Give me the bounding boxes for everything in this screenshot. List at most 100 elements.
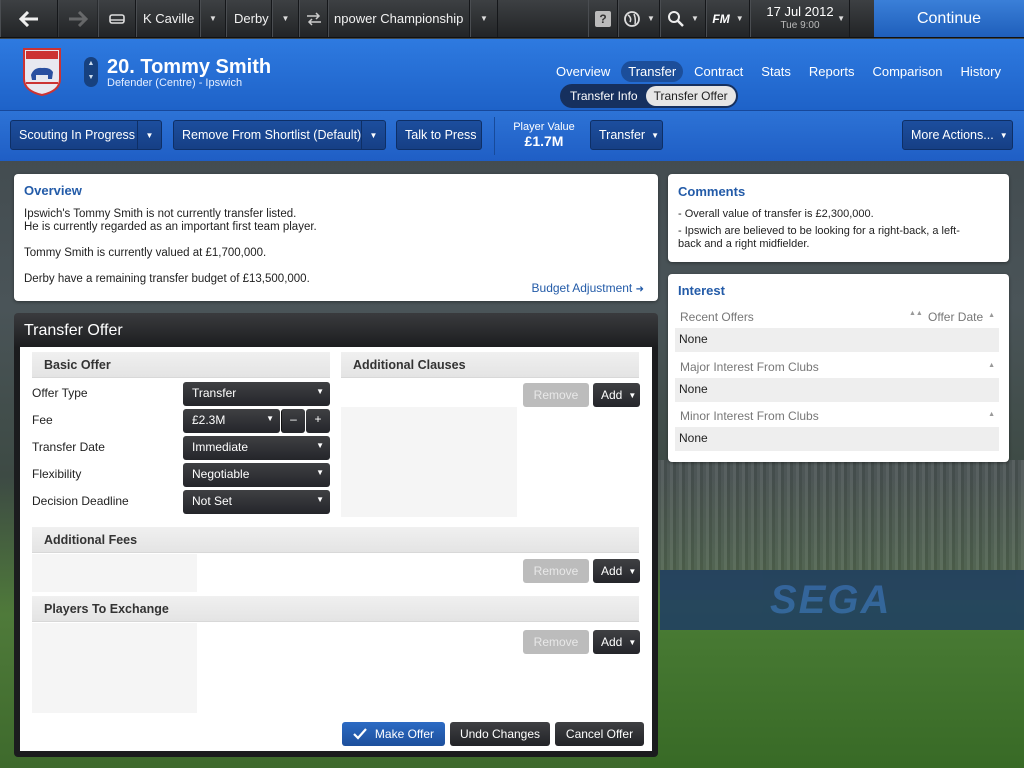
tab-transfer[interactable]: Transfer <box>621 61 684 82</box>
scouting-button[interactable]: Scouting In Progress ▼ <box>10 120 162 150</box>
chevron-down-icon: ▼ <box>628 637 637 647</box>
help-button[interactable]: ? <box>588 0 618 37</box>
player-position: Defender (Centre) - Ipswich <box>107 77 243 89</box>
fee-decrease-button[interactable]: – <box>281 409 305 433</box>
continue-button[interactable]: Continue <box>874 0 1024 37</box>
manager-name: K Caville <box>143 11 195 26</box>
club-name: Derby <box>234 11 269 26</box>
shortlist-label: Remove From Shortlist (Default) <box>182 128 362 142</box>
fm-logo-icon: FM <box>712 11 730 26</box>
overview-line: Derby have a remaining transfer budget o… <box>24 273 310 285</box>
date-display[interactable]: 17 Jul 2012 Tue 9:00 ▼ <box>750 0 850 37</box>
player-value: Player Value £1.7M <box>500 121 588 149</box>
club-menu[interactable]: Derby <box>226 0 272 37</box>
chevron-down-icon: ▼ <box>266 414 274 423</box>
chevron-down-icon: ▼ <box>691 14 699 23</box>
player-value-amount: £1.7M <box>524 133 564 149</box>
search-button[interactable]: ▼ <box>660 0 706 37</box>
comments-panel: Comments - Overall value of transfer is … <box>668 174 1009 262</box>
chevron-down-icon: ▼ <box>209 14 217 23</box>
recent-offers-header[interactable]: Recent Offers ▲▲ Offer Date ▲ <box>675 310 999 328</box>
forward-button[interactable] <box>58 0 98 37</box>
competition-dropdown[interactable]: ▼ <box>470 0 498 37</box>
flexibility-select[interactable]: Negotiable ▼ <box>183 463 330 487</box>
overview-panel: Overview Ipswich's Tommy Smith is not cu… <box>14 174 658 301</box>
budget-adjustment-link[interactable]: Budget Adjustment ➜ <box>532 281 644 295</box>
clauses-add-button[interactable]: Add ▼ <box>593 383 640 407</box>
inbox-button[interactable] <box>98 0 136 37</box>
player-stepper[interactable]: ▲ ▼ <box>84 57 98 87</box>
switch-button[interactable] <box>299 0 328 37</box>
tab-contract[interactable]: Contract <box>687 61 750 82</box>
offer-type-select[interactable]: Transfer ▼ <box>183 382 330 406</box>
background-crowd <box>640 460 1024 570</box>
divider <box>494 117 495 155</box>
more-actions-button[interactable]: More Actions... ▼ <box>902 120 1013 150</box>
fees-list <box>32 554 197 592</box>
decision-deadline-select[interactable]: Not Set ▼ <box>183 490 330 514</box>
major-interest-header[interactable]: Major Interest From Clubs ▲ <box>675 360 999 378</box>
offer-date-label[interactable]: Offer Date <box>928 310 983 324</box>
tab-comparison[interactable]: Comparison <box>865 61 949 82</box>
comments-title: Comments <box>678 184 746 199</box>
search-icon <box>668 10 684 27</box>
decision-deadline-label: Decision Deadline <box>32 494 129 508</box>
fees-remove-button[interactable]: Remove <box>523 559 589 583</box>
world-button[interactable]: ▼ <box>618 0 660 37</box>
talk-to-press-button[interactable]: Talk to Press <box>396 120 482 150</box>
make-offer-button[interactable]: Make Offer <box>342 722 445 746</box>
chevron-down-icon: ▼ <box>316 468 324 477</box>
chevron-down-icon: ▼ <box>735 14 744 23</box>
chevron-down-icon: ▼ <box>480 14 488 23</box>
clauses-remove-button[interactable]: Remove <box>523 383 589 407</box>
swap-arrows-icon <box>306 11 321 26</box>
interest-title: Interest <box>678 283 725 298</box>
exchange-remove-button[interactable]: Remove <box>523 630 589 654</box>
club-dropdown[interactable]: ▼ <box>272 0 299 37</box>
minus-icon: – <box>290 412 297 426</box>
minor-interest-header[interactable]: Minor Interest From Clubs ▲ <box>675 409 999 427</box>
tab-history[interactable]: History <box>954 61 1008 82</box>
transfer-date-select[interactable]: Immediate ▼ <box>183 436 330 460</box>
competition-menu[interactable]: npower Championship <box>328 0 470 37</box>
manager-dropdown[interactable]: ▼ <box>200 0 226 37</box>
subtab-transfer-info[interactable]: Transfer Info <box>562 86 646 106</box>
tab-stats[interactable]: Stats <box>754 61 798 82</box>
chevron-down-icon: ▼ <box>837 14 845 23</box>
interest-panel: Interest Recent Offers ▲▲ Offer Date ▲ N… <box>668 274 1009 462</box>
transfer-offer-title: Transfer Offer <box>14 313 658 348</box>
flexibility-value: Negotiable <box>192 467 250 481</box>
fee-increase-button[interactable]: + <box>306 409 330 433</box>
competition-name: npower Championship <box>334 11 464 26</box>
forward-arrow-icon <box>69 10 88 27</box>
fees-add-button[interactable]: Add ▼ <box>593 559 640 583</box>
tab-reports[interactable]: Reports <box>802 61 862 82</box>
cancel-offer-button[interactable]: Cancel Offer <box>555 722 644 746</box>
shortlist-button[interactable]: Remove From Shortlist (Default) ▼ <box>173 120 386 150</box>
comment-item: - Overall value of transfer is £2,300,00… <box>678 208 874 220</box>
player-name: 20. Tommy Smith <box>107 56 272 78</box>
subtab-transfer-offer[interactable]: Transfer Offer <box>645 86 736 106</box>
undo-changes-button[interactable]: Undo Changes <box>450 722 550 746</box>
chevron-down-icon: ▼ <box>647 14 655 23</box>
transfer-date-value: Immediate <box>192 440 249 454</box>
inbox-icon <box>109 13 125 24</box>
flexibility-label: Flexibility <box>32 467 82 481</box>
clauses-list <box>341 407 517 517</box>
fee-label: Fee <box>32 413 53 427</box>
transfer-menu-button[interactable]: Transfer ▼ <box>590 120 663 150</box>
chevron-down-icon: ▼ <box>651 130 659 140</box>
fee-value: £2.3M <box>192 413 226 427</box>
chevron-down-icon[interactable]: ▼ <box>84 71 98 85</box>
offer-type-value: Transfer <box>192 386 237 400</box>
tab-overview[interactable]: Overview <box>549 61 617 82</box>
chevron-up-icon[interactable]: ▲ <box>84 57 98 71</box>
checkmark-icon <box>353 728 367 740</box>
fm-menu[interactable]: FM ▼ <box>706 0 750 37</box>
chevron-down-icon: ▼ <box>316 441 324 450</box>
back-button[interactable] <box>0 0 58 37</box>
fee-select[interactable]: £2.3M ▼ <box>183 409 280 433</box>
sort-icon: ▲ <box>988 362 995 369</box>
exchange-add-button[interactable]: Add ▼ <box>593 630 640 654</box>
manager-menu[interactable]: K Caville <box>136 0 200 37</box>
